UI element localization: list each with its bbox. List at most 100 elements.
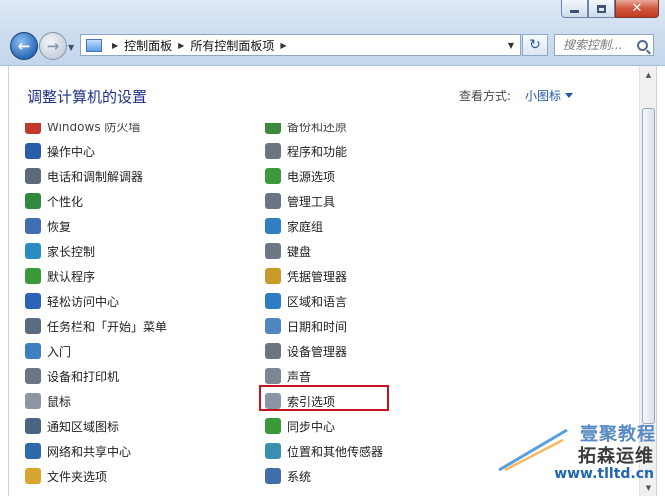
forward-arrow-icon: → (46, 37, 60, 55)
control-panel-item[interactable]: 日期和时间 (265, 317, 347, 335)
control-panel-item[interactable]: 入门 (25, 342, 71, 360)
control-panel-item[interactable]: 电话和调制解调器 (25, 167, 143, 185)
control-panel-item[interactable]: 程序和功能 (265, 142, 347, 160)
back-button[interactable]: ← (10, 32, 38, 60)
chevron-down-icon[interactable] (565, 93, 574, 98)
search-icon[interactable] (637, 39, 648, 51)
control-panel-item[interactable]: 操作中心 (25, 142, 95, 160)
recovery-icon (25, 218, 41, 234)
control-panel-item-label: 系统 (287, 469, 312, 484)
address-bar[interactable]: ▶ 控制面板 ▶ 所有控制面板项 ▶ ▼ (80, 34, 521, 56)
watermark: 壹聚教程 拓森运维 www.tlltd.cn (495, 418, 660, 490)
maximize-button[interactable] (588, 0, 615, 18)
control-panel-item-label: 日期和时间 (287, 319, 348, 334)
control-panel-item[interactable]: 备份和还原 (265, 123, 347, 135)
breadcrumb-all-items[interactable]: 所有控制面板项 (190, 37, 274, 54)
breadcrumb-separator-icon[interactable]: ▶ (280, 41, 286, 50)
scroll-up-icon[interactable]: ▲ (640, 66, 657, 83)
notification-icon (25, 418, 41, 434)
admin-tools-icon (265, 193, 281, 209)
control-panel-item[interactable]: 个性化 (25, 192, 83, 210)
keyboard-icon (265, 243, 281, 259)
credential-icon (265, 268, 281, 284)
control-panel-item[interactable]: 文件夹选项 (25, 467, 107, 485)
control-panel-item-label: 通知区域图标 (47, 419, 120, 434)
control-panel-item-label: 家庭组 (287, 219, 324, 234)
breadcrumb-separator-icon[interactable]: ▶ (112, 41, 118, 50)
control-panel-item[interactable]: 家长控制 (25, 242, 95, 260)
control-panel-item-label: 声音 (287, 369, 312, 384)
folder-icon (25, 468, 41, 484)
search-box[interactable] (554, 34, 654, 56)
clock-icon (265, 318, 281, 334)
control-panel-item[interactable]: 声音 (265, 367, 311, 385)
watermark-url: www.tlltd.cn (554, 466, 654, 482)
control-panel-item-label: 恢复 (47, 219, 72, 234)
breadcrumb-separator-icon[interactable]: ▶ (178, 41, 184, 50)
speaker-icon (265, 368, 281, 384)
control-panel-item[interactable]: 区域和语言 (265, 292, 347, 310)
minimize-button[interactable] (561, 0, 588, 18)
breadcrumb-control-panel[interactable]: 控制面板 (124, 37, 172, 54)
flag-icon (25, 143, 41, 159)
printer-icon (25, 368, 41, 384)
control-panel-item[interactable]: 家庭组 (265, 217, 323, 235)
control-panel-item-label: 程序和功能 (287, 144, 348, 159)
control-panel-item[interactable]: 设备管理器 (265, 342, 347, 360)
control-panel-item-label: 备份和还原 (287, 123, 348, 134)
sensor-icon (265, 443, 281, 459)
control-panel-item[interactable]: 网络和共享中心 (25, 442, 131, 460)
control-panel-item-label: 凭据管理器 (287, 269, 348, 284)
control-panel-item[interactable]: 默认程序 (25, 267, 95, 285)
control-panel-item-label: 默认程序 (47, 269, 96, 284)
control-panel-item[interactable]: 同步中心 (265, 417, 335, 435)
back-arrow-icon: ← (17, 37, 31, 55)
scrollbar-thumb[interactable] (642, 108, 655, 424)
page-title: 调整计算机的设置 (27, 88, 148, 106)
refresh-button[interactable]: ↻ (522, 34, 548, 56)
forward-button[interactable]: → (39, 32, 67, 60)
control-panel-item[interactable]: 管理工具 (265, 192, 335, 210)
control-panel-item[interactable]: 键盘 (265, 242, 311, 260)
close-icon: ✕ (631, 1, 643, 16)
control-panel-icon (86, 38, 102, 52)
control-panel-item-label: 任务栏和「开始」菜单 (47, 319, 168, 334)
control-panel-item[interactable]: 设备和打印机 (25, 367, 119, 385)
close-button[interactable]: ✕ (615, 0, 659, 18)
control-panel-item[interactable]: 位置和其他传感器 (265, 442, 383, 460)
control-panel-item-label: 网络和共享中心 (47, 444, 132, 459)
refresh-icon: ↻ (529, 37, 541, 53)
control-panel-item-label: 入门 (47, 344, 72, 359)
getting-started-icon (25, 343, 41, 359)
control-panel-item-label: 轻松访问中心 (47, 294, 120, 309)
search-input[interactable] (563, 38, 633, 52)
control-panel-item[interactable]: 系统 (265, 467, 311, 485)
control-panel-item[interactable]: 鼠标 (25, 392, 71, 410)
network-icon (25, 443, 41, 459)
power-icon (265, 168, 281, 184)
programs-icon (265, 143, 281, 159)
view-by-dropdown[interactable]: 小图标 (525, 87, 561, 104)
control-panel-item[interactable]: 凭据管理器 (265, 267, 347, 285)
region-icon (265, 293, 281, 309)
control-panel-item[interactable]: 通知区域图标 (25, 417, 119, 435)
control-panel-item[interactable]: 恢复 (25, 217, 71, 235)
caption-buttons: ✕ (561, 0, 659, 18)
control-panel-item[interactable]: Windows 防火墙 (25, 123, 140, 135)
control-panel-item-label: 管理工具 (287, 194, 336, 209)
control-panel-item-label: 位置和其他传感器 (287, 444, 384, 459)
title-bar: ✕ ← → ▼ ▶ 控制面板 ▶ 所有控制面板项 ▶ ▼ ↻ (0, 0, 665, 66)
control-panel-item[interactable]: 电源选项 (265, 167, 335, 185)
personalization-icon (25, 193, 41, 209)
address-dropdown-icon[interactable]: ▼ (502, 41, 520, 50)
highlight-box (259, 385, 389, 411)
history-dropdown-icon[interactable]: ▼ (68, 43, 74, 52)
firewall-icon (25, 123, 41, 134)
parental-icon (25, 243, 41, 259)
control-panel-item-label: Windows 防火墙 (47, 123, 141, 134)
control-panel-item-label: 鼠标 (47, 394, 72, 409)
control-panel-item-label: 设备和打印机 (47, 369, 120, 384)
control-panel-item-label: 个性化 (47, 194, 84, 209)
control-panel-item[interactable]: 任务栏和「开始」菜单 (25, 317, 167, 335)
control-panel-item[interactable]: 轻松访问中心 (25, 292, 119, 310)
